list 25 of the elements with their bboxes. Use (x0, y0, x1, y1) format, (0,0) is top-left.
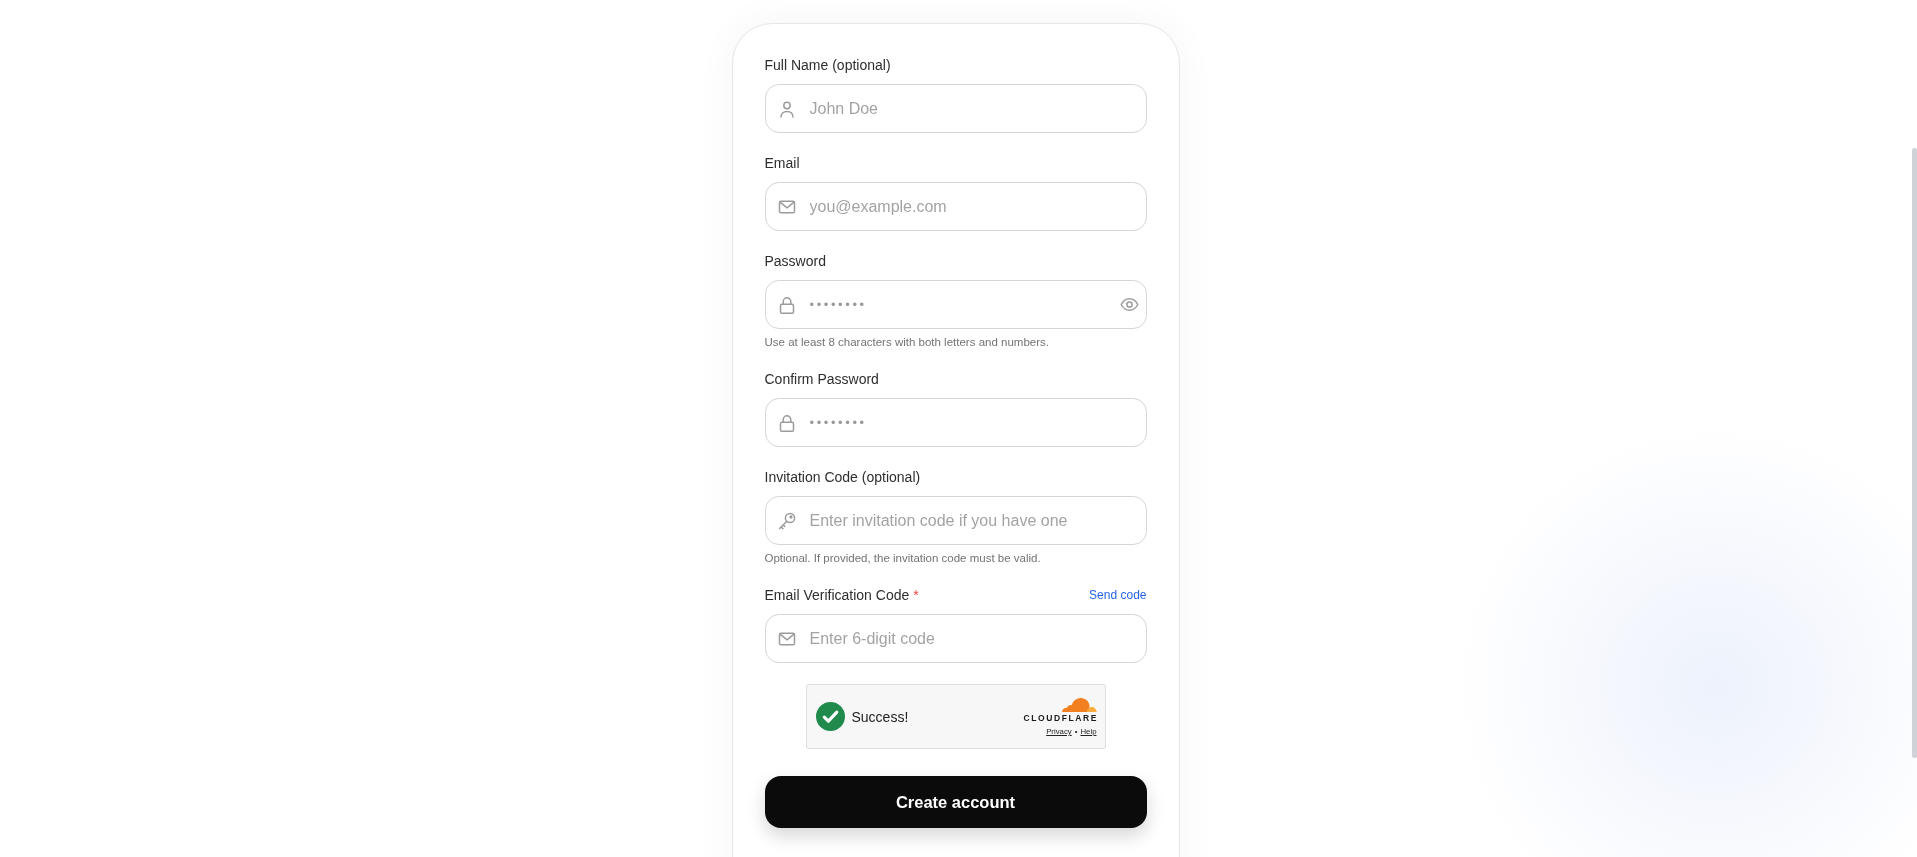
mail-icon (777, 629, 796, 648)
field-hint: Use at least 8 characters with both letters and numbers. (764, 335, 1050, 349)
field-label: Full Name (optional) (764, 56, 891, 75)
email-field[interactable]: you@example.com (764, 182, 1147, 231)
mail-icon (777, 197, 796, 216)
field-label: Confirm Password (764, 370, 879, 389)
field-label: Email Verification Code * (764, 586, 919, 605)
scrollbar-thumb[interactable] (1912, 148, 1917, 758)
person-icon (777, 99, 796, 118)
key-icon (777, 511, 796, 530)
brand-wordmark: CLOUDFLARE (1023, 713, 1099, 723)
field-label: Email (764, 154, 800, 173)
eye-icon[interactable] (1119, 295, 1139, 314)
invitation-code-field[interactable]: Enter invitation code if you have one (764, 496, 1147, 545)
field-hint: Optional. If provided, the invitation code must be valid. (764, 551, 1042, 565)
captcha-status: Success! (851, 708, 909, 725)
lock-icon (777, 413, 796, 432)
create-account-button[interactable]: Create account (764, 776, 1147, 828)
cloud-icon (1060, 696, 1097, 712)
verification-code-field[interactable]: Enter 6-digit code (764, 614, 1147, 663)
lock-icon (777, 295, 796, 314)
send-code-link[interactable]: Send code (1089, 587, 1147, 603)
field-label: Password (764, 252, 826, 271)
name-field[interactable]: John Doe (764, 84, 1147, 133)
field-label: Invitation Code (optional) (764, 468, 921, 487)
